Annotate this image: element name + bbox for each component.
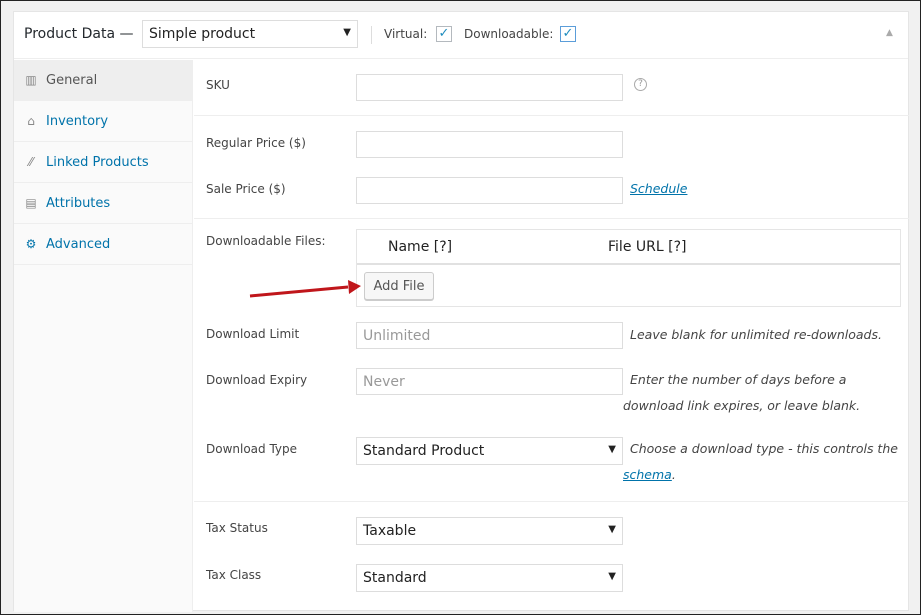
tax-class-label: Tax Class bbox=[206, 568, 262, 582]
panel-title: Product Data — bbox=[24, 26, 134, 42]
regular-price-label: Regular Price ($) bbox=[206, 136, 306, 150]
chevron-down-icon: ▼ bbox=[343, 27, 351, 38]
sidebar-item-attributes[interactable]: ▤ Attributes bbox=[14, 183, 192, 224]
virtual-checkbox[interactable]: ✓ bbox=[436, 26, 452, 42]
download-limit-input[interactable]: Unlimited bbox=[356, 322, 623, 349]
tax-status-select[interactable]: Taxable ▼ bbox=[356, 517, 623, 545]
download-type-hint: Choose a download type - this controls t… bbox=[623, 436, 898, 488]
sku-label: SKU bbox=[206, 78, 230, 92]
sidebar-item-label: Advanced bbox=[46, 236, 111, 252]
download-type-label: Download Type bbox=[206, 442, 298, 456]
sku-input[interactable] bbox=[356, 74, 623, 101]
downloadable-checkbox[interactable]: ✓ bbox=[560, 26, 576, 42]
divider bbox=[194, 218, 909, 219]
chevron-down-icon: ▼ bbox=[608, 524, 616, 535]
product-type-select[interactable]: Simple product ▼ bbox=[142, 20, 358, 48]
tax-class-value: Standard bbox=[363, 570, 427, 586]
download-expiry-hint: Enter the number of days before a downlo… bbox=[623, 372, 861, 413]
virtual-label: Virtual: bbox=[384, 27, 428, 41]
schedule-link[interactable]: Schedule bbox=[630, 181, 687, 196]
downloadable-files-table: Name [?] File URL [?] Add File bbox=[356, 229, 901, 307]
download-type-select[interactable]: Standard Product ▼ bbox=[356, 437, 623, 465]
column-header-file-url[interactable]: File URL [?] bbox=[608, 239, 686, 255]
tax-status-label: Tax Status bbox=[206, 521, 268, 535]
attributes-icon: ▤ bbox=[25, 196, 37, 210]
arrow-annotation bbox=[249, 280, 361, 298]
sidebar-item-label: General bbox=[46, 72, 98, 88]
chevron-down-icon: ▼ bbox=[608, 571, 616, 582]
download-limit-hint: Leave blank for unlimited re-downloads. bbox=[630, 327, 882, 342]
link-icon: ⁄⁄ bbox=[28, 155, 33, 169]
tax-status-value: Taxable bbox=[363, 523, 417, 539]
sidebar-item-label: Inventory bbox=[46, 113, 109, 129]
tax-class-select[interactable]: Standard ▼ bbox=[356, 564, 623, 592]
divider bbox=[371, 26, 372, 44]
panel-header: Product Data — Simple product ▼ Virtual: … bbox=[14, 12, 908, 59]
download-limit-label: Download Limit bbox=[206, 327, 300, 341]
sale-price-label: Sale Price ($) bbox=[206, 182, 286, 196]
general-icon: ▥ bbox=[25, 73, 37, 87]
add-file-button[interactable]: Add File bbox=[364, 272, 434, 300]
sidebar-item-linked-products[interactable]: ⁄⁄ Linked Products bbox=[14, 142, 192, 183]
schema-link[interactable]: schema bbox=[623, 467, 672, 482]
download-expiry-input[interactable]: Never bbox=[356, 368, 623, 395]
collapse-icon[interactable]: ▲ bbox=[886, 28, 893, 38]
sidebar-item-label: Linked Products bbox=[46, 154, 149, 170]
column-header-name[interactable]: Name [?] bbox=[388, 239, 452, 255]
download-expiry-label: Download Expiry bbox=[206, 373, 308, 387]
regular-price-input[interactable] bbox=[356, 131, 623, 158]
hint-text: Choose a download type - this controls t… bbox=[630, 441, 898, 456]
inventory-icon: ⌂ bbox=[27, 114, 35, 128]
help-icon[interactable]: ? bbox=[634, 78, 647, 91]
hint-end: . bbox=[671, 467, 676, 482]
downloadable-files-label: Downloadable Files: bbox=[206, 234, 326, 248]
divider bbox=[194, 501, 909, 502]
product-type-value: Simple product bbox=[149, 26, 256, 42]
sidebar-item-inventory[interactable]: ⌂ Inventory bbox=[14, 101, 192, 142]
sidebar-item-advanced[interactable]: ⚙ Advanced bbox=[14, 224, 192, 265]
sidebar: ▥ General ⌂ Inventory ⁄⁄ Linked Products ▤ A… bbox=[14, 60, 193, 612]
sale-price-input[interactable] bbox=[356, 177, 623, 204]
divider bbox=[194, 115, 909, 116]
product-data-panel: Product Data — Simple product ▼ Virtual: … bbox=[13, 11, 909, 612]
chevron-down-icon: ▼ bbox=[608, 444, 616, 455]
sidebar-item-general[interactable]: ▥ General bbox=[14, 60, 192, 101]
sidebar-item-label: Attributes bbox=[46, 195, 111, 211]
download-type-value: Standard Product bbox=[363, 443, 485, 459]
downloadable-label: Downloadable: bbox=[464, 27, 554, 41]
gear-icon: ⚙ bbox=[25, 237, 37, 251]
